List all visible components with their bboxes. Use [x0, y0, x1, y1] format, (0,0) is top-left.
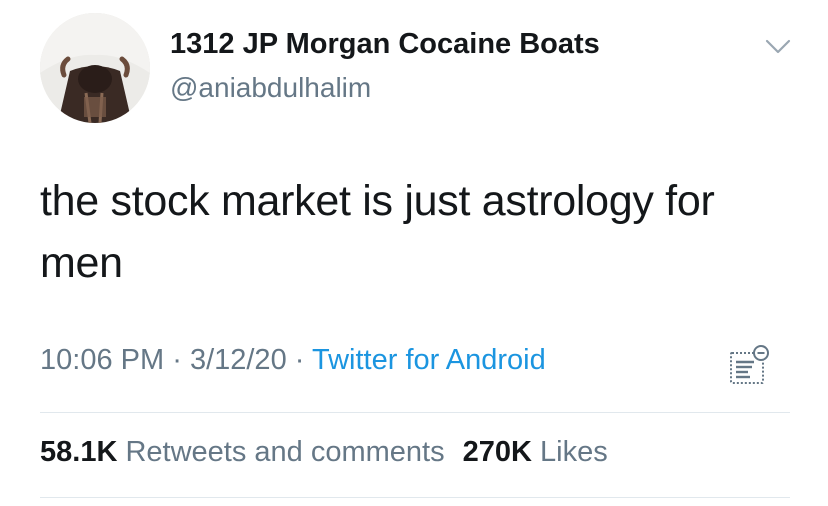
likes-count: 270K — [462, 436, 532, 468]
author-display-name[interactable]: 1312 JP Morgan Cocaine Boats — [170, 28, 600, 61]
tweet-time[interactable]: 10:06 PM — [40, 344, 164, 376]
divider — [40, 497, 790, 498]
analytics-icon[interactable] — [726, 344, 772, 386]
meta-separator: · — [294, 344, 305, 376]
avatar-image — [40, 13, 150, 123]
divider — [40, 412, 790, 413]
tweet-card: 1312 JP Morgan Cocaine Boats @aniabdulha… — [0, 0, 828, 506]
likes-stat[interactable]: 270K Likes — [463, 436, 608, 468]
chevron-down-icon[interactable] — [763, 36, 793, 58]
author-handle[interactable]: @aniabdulhalim — [170, 72, 371, 104]
meta-separator: · — [172, 344, 182, 376]
tweet-date[interactable]: 3/12/20 — [190, 344, 287, 376]
author-avatar[interactable] — [40, 13, 150, 123]
tweet-stats: 58.1K Retweets and comments 270K Likes — [40, 436, 608, 469]
tweet-source-link[interactable]: Twitter for Android — [312, 344, 546, 376]
tweet-text: the stock market is just astrology for m… — [40, 177, 715, 287]
tweet-meta: 10:06 PM · 3/12/20 · Twitter for Android — [40, 344, 546, 377]
retweets-stat[interactable]: 58.1K Retweets and comments — [40, 436, 445, 468]
retweets-label: Retweets and comments — [125, 436, 445, 468]
retweets-count: 58.1K — [40, 436, 118, 468]
likes-label: Likes — [540, 436, 608, 468]
